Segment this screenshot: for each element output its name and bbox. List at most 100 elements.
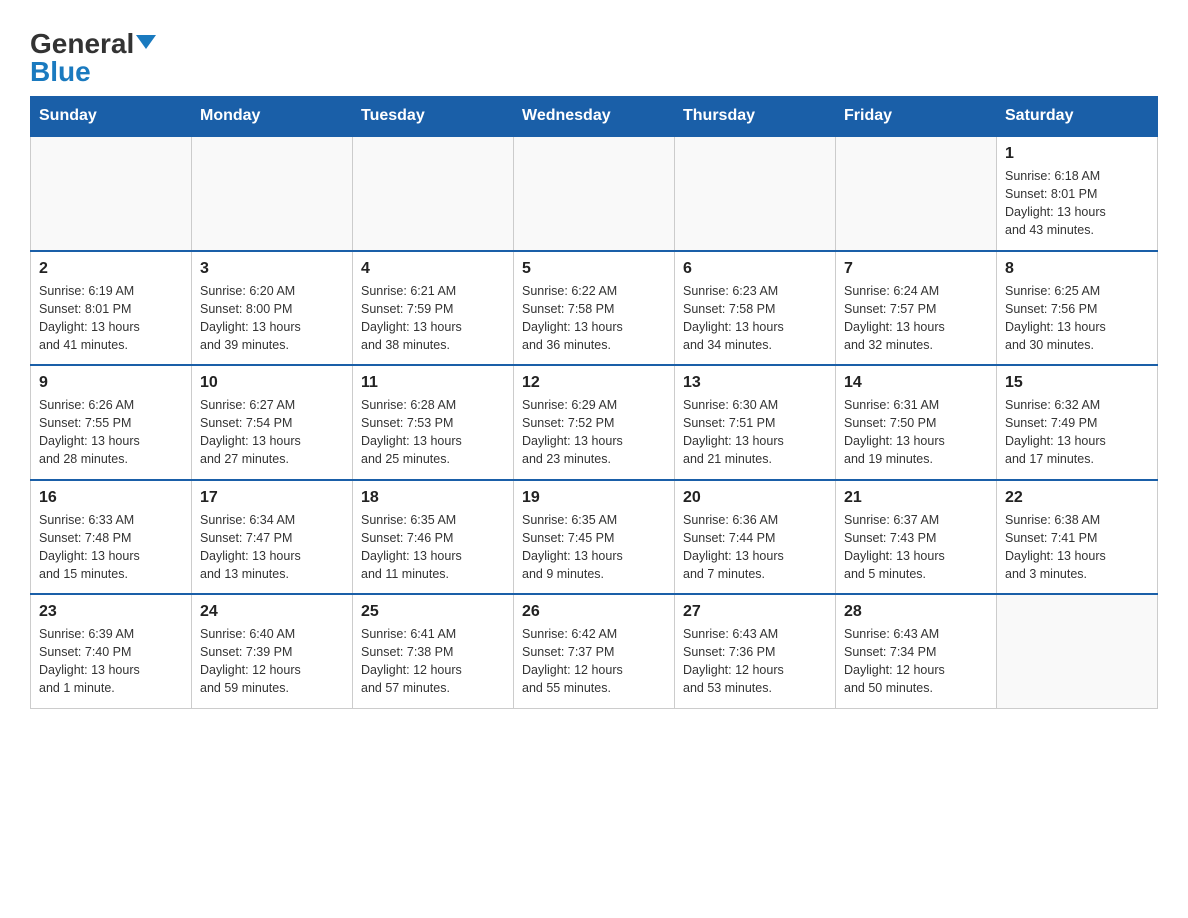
day-number: 15 bbox=[1005, 374, 1149, 392]
calendar-cell: 7 Sunrise: 6:24 AM Sunset: 7:57 PM Daylig… bbox=[836, 251, 997, 366]
calendar-cell: 27 Sunrise: 6:43 AM Sunset: 7:36 PM Dayli… bbox=[675, 594, 836, 708]
day-number: 11 bbox=[361, 374, 505, 392]
calendar-cell bbox=[353, 136, 514, 251]
day-number: 3 bbox=[200, 260, 344, 278]
day-number: 18 bbox=[361, 489, 505, 507]
day-info: Sunrise: 6:25 AM Sunset: 7:56 PM Dayligh… bbox=[1005, 282, 1149, 355]
day-info: Sunrise: 6:32 AM Sunset: 7:49 PM Dayligh… bbox=[1005, 396, 1149, 469]
calendar-cell: 16 Sunrise: 6:33 AM Sunset: 7:48 PM Dayli… bbox=[31, 480, 192, 595]
calendar-cell: 21 Sunrise: 6:37 AM Sunset: 7:43 PM Dayli… bbox=[836, 480, 997, 595]
day-number: 13 bbox=[683, 374, 827, 392]
day-info: Sunrise: 6:30 AM Sunset: 7:51 PM Dayligh… bbox=[683, 396, 827, 469]
calendar-cell bbox=[192, 136, 353, 251]
calendar-cell bbox=[836, 136, 997, 251]
day-info: Sunrise: 6:33 AM Sunset: 7:48 PM Dayligh… bbox=[39, 511, 183, 584]
calendar-cell: 20 Sunrise: 6:36 AM Sunset: 7:44 PM Dayli… bbox=[675, 480, 836, 595]
day-info: Sunrise: 6:43 AM Sunset: 7:34 PM Dayligh… bbox=[844, 625, 988, 698]
day-info: Sunrise: 6:31 AM Sunset: 7:50 PM Dayligh… bbox=[844, 396, 988, 469]
calendar-cell: 10 Sunrise: 6:27 AM Sunset: 7:54 PM Dayli… bbox=[192, 365, 353, 480]
day-info: Sunrise: 6:23 AM Sunset: 7:58 PM Dayligh… bbox=[683, 282, 827, 355]
calendar-cell bbox=[514, 136, 675, 251]
calendar-cell: 14Sunrise: 6:31 AM Sunset: 7:50 PM Dayli… bbox=[836, 365, 997, 480]
day-number: 4 bbox=[361, 260, 505, 278]
day-number: 1 bbox=[1005, 145, 1149, 163]
calendar-cell: 11 Sunrise: 6:28 AM Sunset: 7:53 PM Dayli… bbox=[353, 365, 514, 480]
day-info: Sunrise: 6:19 AM Sunset: 8:01 PM Dayligh… bbox=[39, 282, 183, 355]
day-info: Sunrise: 6:22 AM Sunset: 7:58 PM Dayligh… bbox=[522, 282, 666, 355]
weekday-header-thursday: Thursday bbox=[675, 97, 836, 137]
calendar-body: 1 Sunrise: 6:18 AM Sunset: 8:01 PM Daylig… bbox=[31, 136, 1158, 708]
day-number: 21 bbox=[844, 489, 988, 507]
weekday-header-saturday: Saturday bbox=[997, 97, 1158, 137]
calendar-cell: 28 Sunrise: 6:43 AM Sunset: 7:34 PM Dayli… bbox=[836, 594, 997, 708]
weekday-header-sunday: Sunday bbox=[31, 97, 192, 137]
day-number: 9 bbox=[39, 374, 183, 392]
day-info: Sunrise: 6:27 AM Sunset: 7:54 PM Dayligh… bbox=[200, 396, 344, 469]
day-info: Sunrise: 6:38 AM Sunset: 7:41 PM Dayligh… bbox=[1005, 511, 1149, 584]
day-number: 16 bbox=[39, 489, 183, 507]
logo: General Blue bbox=[30, 30, 156, 86]
weekday-header-friday: Friday bbox=[836, 97, 997, 137]
calendar-cell: 1 Sunrise: 6:18 AM Sunset: 8:01 PM Daylig… bbox=[997, 136, 1158, 251]
logo-triangle-icon bbox=[136, 35, 156, 49]
day-info: Sunrise: 6:20 AM Sunset: 8:00 PM Dayligh… bbox=[200, 282, 344, 355]
calendar-cell: 23Sunrise: 6:39 AM Sunset: 7:40 PM Dayli… bbox=[31, 594, 192, 708]
page-header: General Blue bbox=[30, 20, 1158, 86]
day-number: 7 bbox=[844, 260, 988, 278]
day-number: 28 bbox=[844, 603, 988, 621]
day-info: Sunrise: 6:24 AM Sunset: 7:57 PM Dayligh… bbox=[844, 282, 988, 355]
day-number: 20 bbox=[683, 489, 827, 507]
logo-blue: Blue bbox=[30, 58, 91, 86]
day-number: 10 bbox=[200, 374, 344, 392]
calendar-cell: 26Sunrise: 6:42 AM Sunset: 7:37 PM Dayli… bbox=[514, 594, 675, 708]
day-number: 2 bbox=[39, 260, 183, 278]
weekday-header-wednesday: Wednesday bbox=[514, 97, 675, 137]
day-info: Sunrise: 6:37 AM Sunset: 7:43 PM Dayligh… bbox=[844, 511, 988, 584]
calendar-week-2: 2 Sunrise: 6:19 AM Sunset: 8:01 PM Daylig… bbox=[31, 251, 1158, 366]
calendar-cell: 8Sunrise: 6:25 AM Sunset: 7:56 PM Daylig… bbox=[997, 251, 1158, 366]
logo-text: General bbox=[30, 30, 156, 58]
calendar-cell: 15 Sunrise: 6:32 AM Sunset: 7:49 PM Dayli… bbox=[997, 365, 1158, 480]
calendar-cell: 12 Sunrise: 6:29 AM Sunset: 7:52 PM Dayli… bbox=[514, 365, 675, 480]
weekday-header-row: SundayMondayTuesdayWednesdayThursdayFrid… bbox=[31, 97, 1158, 137]
calendar-cell: 25 Sunrise: 6:41 AM Sunset: 7:38 PM Dayli… bbox=[353, 594, 514, 708]
weekday-header-tuesday: Tuesday bbox=[353, 97, 514, 137]
day-info: Sunrise: 6:34 AM Sunset: 7:47 PM Dayligh… bbox=[200, 511, 344, 584]
day-number: 19 bbox=[522, 489, 666, 507]
calendar-cell: 22Sunrise: 6:38 AM Sunset: 7:41 PM Dayli… bbox=[997, 480, 1158, 595]
day-number: 12 bbox=[522, 374, 666, 392]
calendar-cell: 2 Sunrise: 6:19 AM Sunset: 8:01 PM Daylig… bbox=[31, 251, 192, 366]
day-number: 23 bbox=[39, 603, 183, 621]
day-info: Sunrise: 6:18 AM Sunset: 8:01 PM Dayligh… bbox=[1005, 167, 1149, 240]
calendar-table: SundayMondayTuesdayWednesdayThursdayFrid… bbox=[30, 96, 1158, 709]
day-number: 26 bbox=[522, 603, 666, 621]
day-info: Sunrise: 6:26 AM Sunset: 7:55 PM Dayligh… bbox=[39, 396, 183, 469]
day-number: 27 bbox=[683, 603, 827, 621]
calendar-cell: 3 Sunrise: 6:20 AM Sunset: 8:00 PM Daylig… bbox=[192, 251, 353, 366]
day-number: 24 bbox=[200, 603, 344, 621]
day-number: 25 bbox=[361, 603, 505, 621]
day-info: Sunrise: 6:29 AM Sunset: 7:52 PM Dayligh… bbox=[522, 396, 666, 469]
calendar-cell bbox=[31, 136, 192, 251]
calendar-cell: 13 Sunrise: 6:30 AM Sunset: 7:51 PM Dayli… bbox=[675, 365, 836, 480]
calendar-cell: 17 Sunrise: 6:34 AM Sunset: 7:47 PM Dayli… bbox=[192, 480, 353, 595]
calendar-cell: 4Sunrise: 6:21 AM Sunset: 7:59 PM Daylig… bbox=[353, 251, 514, 366]
weekday-header-monday: Monday bbox=[192, 97, 353, 137]
day-info: Sunrise: 6:43 AM Sunset: 7:36 PM Dayligh… bbox=[683, 625, 827, 698]
day-number: 6 bbox=[683, 260, 827, 278]
calendar-week-5: 23Sunrise: 6:39 AM Sunset: 7:40 PM Dayli… bbox=[31, 594, 1158, 708]
calendar-week-4: 16 Sunrise: 6:33 AM Sunset: 7:48 PM Dayli… bbox=[31, 480, 1158, 595]
calendar-cell: 5Sunrise: 6:22 AM Sunset: 7:58 PM Daylig… bbox=[514, 251, 675, 366]
calendar-cell: 9 Sunrise: 6:26 AM Sunset: 7:55 PM Daylig… bbox=[31, 365, 192, 480]
day-info: Sunrise: 6:28 AM Sunset: 7:53 PM Dayligh… bbox=[361, 396, 505, 469]
day-info: Sunrise: 6:36 AM Sunset: 7:44 PM Dayligh… bbox=[683, 511, 827, 584]
calendar-cell: 24 Sunrise: 6:40 AM Sunset: 7:39 PM Dayli… bbox=[192, 594, 353, 708]
calendar-cell: 6 Sunrise: 6:23 AM Sunset: 7:58 PM Daylig… bbox=[675, 251, 836, 366]
day-info: Sunrise: 6:41 AM Sunset: 7:38 PM Dayligh… bbox=[361, 625, 505, 698]
day-info: Sunrise: 6:35 AM Sunset: 7:46 PM Dayligh… bbox=[361, 511, 505, 584]
calendar-week-1: 1 Sunrise: 6:18 AM Sunset: 8:01 PM Daylig… bbox=[31, 136, 1158, 251]
calendar-cell: 18 Sunrise: 6:35 AM Sunset: 7:46 PM Dayli… bbox=[353, 480, 514, 595]
day-info: Sunrise: 6:40 AM Sunset: 7:39 PM Dayligh… bbox=[200, 625, 344, 698]
day-number: 17 bbox=[200, 489, 344, 507]
calendar-cell bbox=[675, 136, 836, 251]
